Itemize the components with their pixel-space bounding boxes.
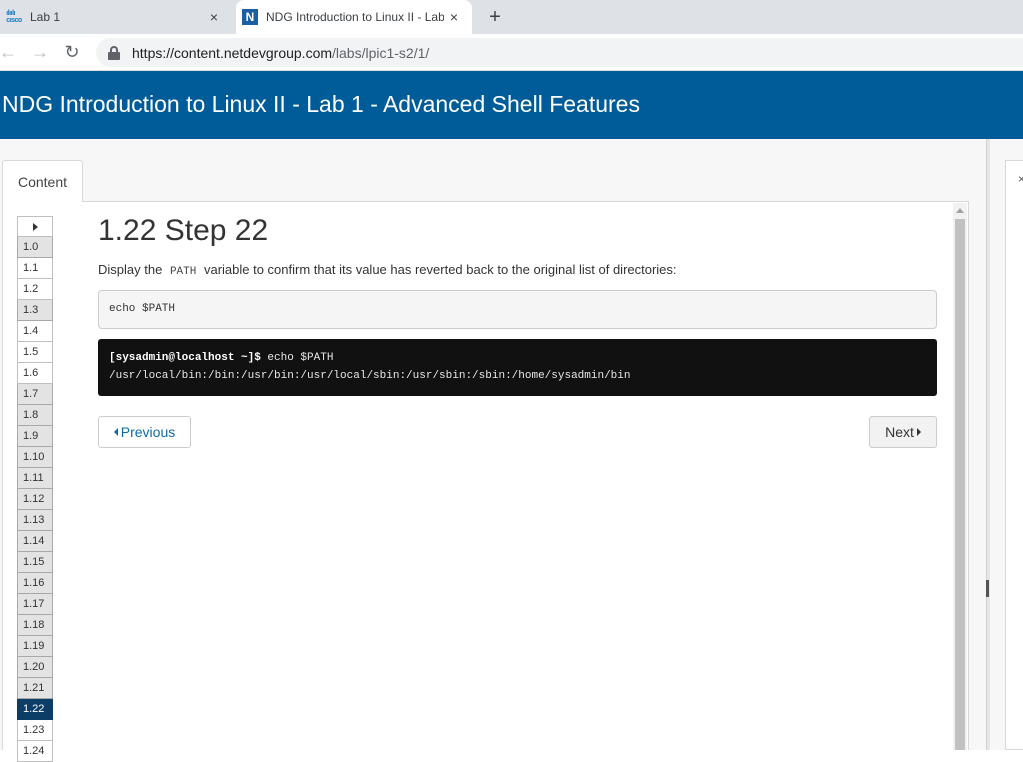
- step-item[interactable]: 1.15: [17, 552, 53, 573]
- command-box[interactable]: echo $PATH: [98, 290, 937, 329]
- new-tab-button[interactable]: +: [484, 6, 506, 28]
- step-list-toggle[interactable]: [17, 216, 53, 237]
- browser-tab-lab1[interactable]: ılıılı cısco Lab 1 ×: [0, 0, 232, 34]
- terminal-result: /usr/local/bin:/bin:/usr/bin:/usr/local/…: [109, 370, 631, 382]
- step-item[interactable]: 1.12: [17, 489, 53, 510]
- tab-content[interactable]: Content: [2, 160, 83, 202]
- step-item[interactable]: 1.17: [17, 594, 53, 615]
- step-heading: 1.22 Step 22: [98, 214, 269, 247]
- step-item[interactable]: 1.11: [17, 468, 53, 489]
- cisco-logo-icon: ılıılı cısco: [6, 10, 22, 24]
- browser-toolbar: ← → ↻ https://content.netdevgroup.com/la…: [0, 34, 1023, 71]
- step-item[interactable]: 1.8: [17, 405, 53, 426]
- step-item[interactable]: 1.18: [17, 615, 53, 636]
- tab-title: NDG Introduction to Linux II - Lab 1: [266, 10, 444, 24]
- step-item[interactable]: 1.14: [17, 531, 53, 552]
- ndg-logo-icon: N: [242, 9, 258, 25]
- address-bar[interactable]: https://content.netdevgroup.com/labs/lpi…: [96, 38, 1023, 67]
- browser-tab-ndg[interactable]: N NDG Introduction to Linux II - Lab 1 ×: [236, 0, 472, 34]
- step-description: Display the PATH variable to confirm tha…: [98, 262, 677, 278]
- previous-button[interactable]: Previous: [98, 416, 191, 448]
- step-item[interactable]: 1.6: [17, 363, 53, 384]
- step-item[interactable]: 1.3: [17, 300, 53, 321]
- caret-right-icon: [916, 428, 921, 436]
- step-item[interactable]: 1.7: [17, 384, 53, 405]
- step-list: 1.0 1.1 1.2 1.3 1.4 1.5 1.6 1.7 1.8 1.9 1.10 1.11 1.…: [17, 216, 53, 762]
- lock-icon: [108, 45, 120, 60]
- content-box: [2, 201, 969, 750]
- splitter-grip[interactable]: [986, 580, 989, 597]
- reload-icon[interactable]: ↻: [62, 42, 82, 62]
- step-item[interactable]: 1.20: [17, 657, 53, 678]
- step-item[interactable]: 1.0: [17, 237, 53, 258]
- step-item[interactable]: 1.24: [17, 741, 53, 762]
- step-item[interactable]: 1.4: [17, 321, 53, 342]
- page-header: NDG Introduction to Linux II - Lab 1 - A…: [0, 71, 1023, 139]
- step-item[interactable]: 1.9: [17, 426, 53, 447]
- page-title: NDG Introduction to Linux II - Lab 1 - A…: [2, 91, 640, 117]
- close-tab-icon[interactable]: ×: [206, 9, 222, 25]
- next-button[interactable]: Next: [869, 416, 937, 448]
- step-item[interactable]: 1.13: [17, 510, 53, 531]
- step-item[interactable]: 1.21: [17, 678, 53, 699]
- step-item[interactable]: 1.2: [17, 279, 53, 300]
- url-text: https://content.netdevgroup.com/labs/lpi…: [132, 44, 430, 61]
- step-item[interactable]: 1.23: [17, 720, 53, 741]
- triangle-right-icon: [32, 222, 38, 231]
- browser-tab-strip: ılıılı cısco Lab 1 × N NDG Introduction t…: [0, 0, 1023, 34]
- step-item[interactable]: 1.5: [17, 342, 53, 363]
- close-icon[interactable]: ×: [1018, 172, 1023, 186]
- scroll-up-arrow[interactable]: [953, 203, 967, 217]
- step-item[interactable]: 1.1: [17, 258, 53, 279]
- terminal-prompt: [sysadmin@localhost ~]$: [109, 352, 261, 364]
- triangle-up-icon: [956, 207, 964, 213]
- step-item[interactable]: 1.16: [17, 573, 53, 594]
- scrollbar-thumb[interactable]: [955, 219, 965, 750]
- inline-code: PATH: [169, 266, 197, 278]
- tab-title: Lab 1: [30, 10, 61, 24]
- terminal-output: [sysadmin@localhost ~]$ echo $PATH /usr/…: [98, 339, 937, 396]
- right-panel-box: [1005, 160, 1023, 750]
- step-item[interactable]: 1.10: [17, 447, 53, 468]
- close-tab-icon[interactable]: ×: [446, 9, 462, 25]
- step-item[interactable]: 1.22: [17, 699, 53, 720]
- forward-arrow-icon[interactable]: →: [30, 42, 50, 62]
- terminal-command: echo $PATH: [260, 352, 334, 364]
- step-item[interactable]: 1.19: [17, 636, 53, 657]
- caret-left-icon: [113, 428, 118, 436]
- back-arrow-icon[interactable]: ←: [0, 42, 18, 62]
